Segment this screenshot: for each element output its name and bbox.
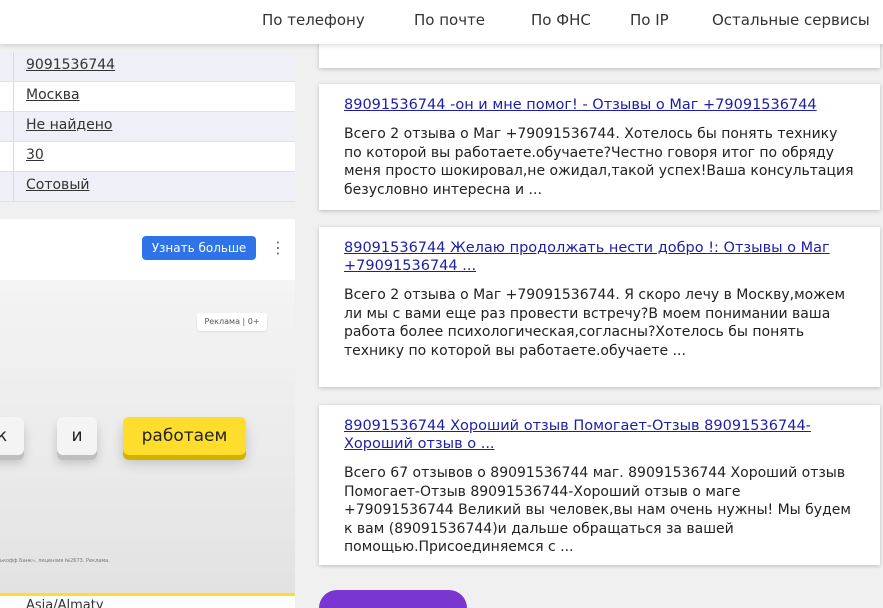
nav-by-email[interactable]: По почте xyxy=(414,11,485,29)
nav-by-fns[interactable]: По ФНС xyxy=(531,11,591,29)
row-marker xyxy=(0,82,14,111)
ad-label: Реклама | 0+ xyxy=(197,313,267,331)
timezone-row: Asia/Almaty xyxy=(0,593,295,608)
show-more-button[interactable] xyxy=(319,590,467,608)
ad-key-i: и xyxy=(57,417,97,455)
page: 9091536744 Москва Не найдено 30 Сотовый … xyxy=(0,0,883,608)
ad-fine-print: ькофф Банк», лицензия №2673. Реклама. xyxy=(0,558,110,564)
row-marker xyxy=(0,52,14,81)
phone-info-table: 9091536744 Москва Не найдено 30 Сотовый xyxy=(0,52,295,202)
info-value-link[interactable]: 9091536744 xyxy=(26,57,115,73)
top-navigation: По телефону По почте По ФНС По IP Осталь… xyxy=(0,0,883,44)
ad-key-k: к xyxy=(0,417,24,455)
result-title-link[interactable]: 89091536744 -он и мне помог! - Отзывы о … xyxy=(344,96,864,114)
ad-key-rabotaem: работаем xyxy=(123,417,246,455)
info-row-type: Сотовый xyxy=(0,172,295,202)
info-value-link[interactable]: Москва xyxy=(26,87,80,103)
info-row-operator: Не найдено xyxy=(0,112,295,142)
result-card: 89091536744 Хороший отзыв Помогает-Отзыв… xyxy=(319,405,880,565)
nav-by-ip[interactable]: По IP xyxy=(630,11,669,29)
result-snippet: Всего 2 отзыва о Маг +79091536744. Хотел… xyxy=(344,126,854,198)
timezone-value[interactable]: Asia/Almaty xyxy=(26,598,104,608)
nav-other-services[interactable]: Остальные сервисы xyxy=(712,11,870,29)
info-row-code: 30 xyxy=(0,142,295,172)
row-marker xyxy=(0,172,14,201)
info-row-region: Москва xyxy=(0,82,295,112)
info-value-link[interactable]: Не найдено xyxy=(26,117,112,133)
learn-more-button[interactable]: Узнать больше xyxy=(142,236,256,260)
result-card: 89091536744 -он и мне помог! - Отзывы о … xyxy=(319,84,880,210)
nav-by-phone[interactable]: По телефону xyxy=(262,11,365,29)
result-snippet: Всего 2 отзыва о Маг +79091536744. Я ско… xyxy=(344,287,845,359)
info-value-link[interactable]: 30 xyxy=(26,147,44,163)
result-card: 89091536744 Желаю продолжать нести добро… xyxy=(319,227,880,387)
result-title-link[interactable]: 89091536744 Желаю продолжать нести добро… xyxy=(344,239,864,275)
info-value-link[interactable]: Сотовый xyxy=(26,177,89,193)
more-options-icon[interactable]: ⋮ xyxy=(270,238,286,258)
row-marker xyxy=(0,142,14,171)
row-marker xyxy=(0,112,14,141)
result-title-link[interactable]: 89091536744 Хороший отзыв Помогает-Отзыв… xyxy=(344,417,864,453)
result-snippet: Всего 67 отзывов о 89091536744 маг. 8909… xyxy=(344,465,851,555)
info-row-number: 9091536744 xyxy=(0,52,295,82)
